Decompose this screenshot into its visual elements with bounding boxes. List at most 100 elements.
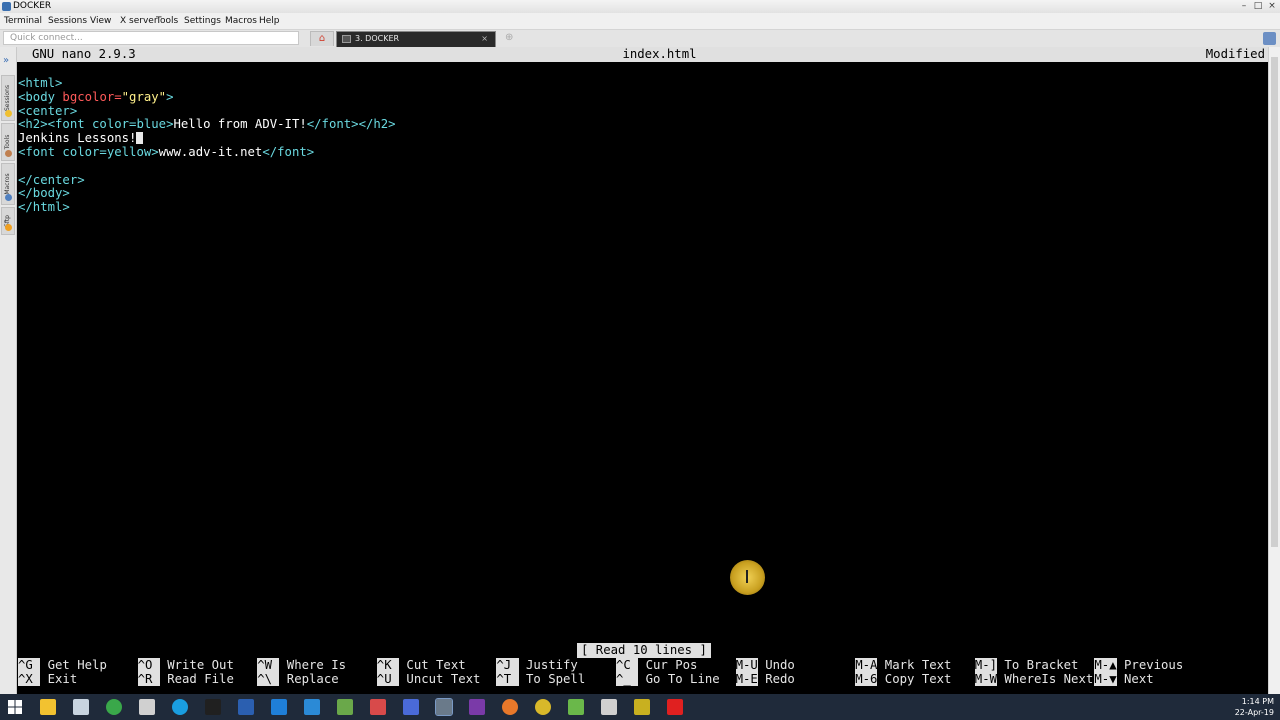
expand-sidebar-icon[interactable]: »	[3, 55, 9, 66]
slack-icon[interactable]	[469, 699, 485, 715]
text-cursor	[136, 132, 144, 145]
record-app-icon[interactable]	[667, 699, 683, 715]
sidebar-tab-sftp[interactable]: Sftp	[1, 207, 15, 235]
edge-icon[interactable]	[271, 699, 287, 715]
map-app-icon[interactable]	[337, 699, 353, 715]
code-token: </body>	[18, 186, 70, 201]
menu-settings[interactable]: Settings	[184, 16, 221, 26]
shortcut-replace[interactable]: ^\ Replace	[257, 672, 339, 686]
menu-tools[interactable]: Tools	[156, 16, 178, 26]
code-token: <html>	[18, 76, 63, 90]
menu-macros[interactable]: Macros	[225, 16, 257, 26]
terminal-area[interactable]: GNU nano 2.9.3 index.html Modified <html…	[17, 47, 1268, 694]
shortcut-mark-text[interactable]: M-A Mark Text	[855, 658, 951, 672]
mobaxterm-icon[interactable]	[435, 698, 453, 716]
menu-view[interactable]: View	[90, 16, 111, 26]
sidebar-tab-sessions[interactable]: Sessions	[1, 75, 15, 121]
code-token: Jenkins Lessons!	[18, 131, 137, 146]
file-explorer-icon[interactable]	[40, 699, 56, 715]
code-token: <center>	[18, 103, 78, 118]
shortcut-where-is[interactable]: ^W Where Is	[257, 658, 346, 672]
tab-session-docker[interactable]: 3. DOCKER ×	[336, 31, 496, 47]
menu-terminal[interactable]: Terminal	[4, 16, 42, 26]
menu-sessions[interactable]: Sessions	[48, 16, 87, 26]
shortcut-undo[interactable]: M-U Undo	[735, 658, 795, 672]
green-app-icon[interactable]	[106, 699, 122, 715]
sidebar-tab-label: Macros	[4, 173, 11, 195]
tab-close-icon[interactable]: ×	[481, 32, 488, 46]
shortcut-key: ^G	[18, 658, 41, 672]
clock-date: 22-Apr-19	[1234, 708, 1274, 717]
code-token: <body	[18, 89, 63, 104]
nano-title-bar: GNU nano 2.9.3 index.html Modified	[17, 47, 1268, 62]
shortcut-previous[interactable]: M-▲ Previous	[1094, 658, 1183, 672]
new-tab-icon[interactable]: ⊕	[505, 32, 517, 44]
terminal-scrollbar[interactable]	[1268, 47, 1280, 694]
close-icon[interactable]: ×	[1266, 1, 1278, 12]
shortcut-key: ^W	[257, 658, 280, 672]
editor-line: <font color=yellow>www.adv-it.net</font>	[18, 145, 314, 159]
feather-icon[interactable]	[1263, 32, 1276, 45]
editor-line: <html>	[18, 76, 62, 90]
shortcut-uncut-text[interactable]: ^U Uncut Text	[376, 672, 480, 686]
package-app-icon[interactable]	[634, 699, 650, 715]
taskbar-clock[interactable]: 1:14 PM 22-Apr-19	[1235, 696, 1274, 718]
scrollbar-thumb[interactable]	[1271, 57, 1278, 547]
menu-help[interactable]: Help	[259, 16, 280, 26]
shortcut-to-spell[interactable]: ^T To Spell	[496, 672, 585, 686]
shortcut-exit[interactable]: ^X Exit	[18, 672, 77, 686]
shortcut-redo[interactable]: M-E Redo	[735, 672, 795, 686]
shortcut-key: ^O	[137, 658, 160, 672]
sftp-icon	[5, 224, 12, 231]
menu-x-server[interactable]: X server	[120, 16, 158, 26]
shortcut-read-file[interactable]: ^R Read File	[137, 672, 234, 686]
sidebar-tab-macros[interactable]: Macros	[1, 163, 15, 205]
firefox-icon[interactable]	[502, 699, 518, 715]
terminal-tab-icon	[342, 35, 351, 43]
editor-line: <h2><font color=blue>Hello from ADV-IT!<…	[18, 117, 396, 131]
nano-modified-status: Modified	[1205, 47, 1265, 61]
editor-line: </body>	[18, 186, 70, 200]
sidebar-tab-tools[interactable]: Tools	[1, 123, 15, 161]
quick-connect-input[interactable]	[3, 31, 299, 45]
shortcut-justify[interactable]: ^J Justify	[496, 658, 578, 672]
shortcut-label: Read File	[159, 672, 234, 686]
shortcut-cut-text[interactable]: ^K Cut Text	[376, 658, 466, 672]
shortcut-key: M-E	[735, 672, 758, 686]
shortcut-get-help[interactable]: ^G Get Help	[18, 658, 107, 672]
shortcut-key: ^X	[18, 672, 41, 686]
shortcut-copy-text[interactable]: M-6 Copy Text	[855, 672, 951, 686]
shortcut-next[interactable]: M-▼ Next	[1094, 672, 1154, 686]
shortcut-key: M-A	[855, 658, 878, 672]
menu-bar: Terminal Sessions View X server Tools Se…	[0, 13, 1280, 30]
powershell-icon[interactable]	[238, 699, 254, 715]
shortcut-write-out[interactable]: ^O Write Out	[137, 658, 234, 672]
print-app-icon[interactable]	[601, 699, 617, 715]
code-token: bgcolor=	[62, 89, 122, 104]
terminal-icon[interactable]	[205, 699, 221, 715]
shortcut-go-to-line[interactable]: ^_ Go To Line	[616, 672, 720, 686]
grid-app-icon[interactable]	[370, 699, 386, 715]
maximize-icon[interactable]: □	[1252, 1, 1264, 12]
home-tab-icon[interactable]: ⌂	[310, 31, 334, 46]
editor-line: Jenkins Lessons!	[18, 131, 144, 146]
shield-app-icon[interactable]	[403, 699, 419, 715]
shortcut-whereis-next[interactable]: M-W WhereIs Next	[974, 672, 1093, 686]
editor-line: <center>	[18, 104, 77, 118]
settings-app-icon[interactable]	[73, 699, 89, 715]
chrome-icon[interactable]	[535, 699, 551, 715]
shortcut-key: M-U	[735, 658, 758, 672]
tab-label: 3. DOCKER	[355, 34, 400, 43]
calculator-icon[interactable]	[139, 699, 155, 715]
shortcut-label: Justify	[518, 658, 578, 672]
code-token: </html>	[18, 200, 70, 215]
shortcut-to-bracket[interactable]: M-] To Bracket	[974, 658, 1078, 672]
star-icon	[5, 110, 12, 117]
notepadpp-icon[interactable]	[568, 699, 584, 715]
skype-icon[interactable]	[172, 699, 188, 715]
shortcut-label: Copy Text	[877, 672, 952, 686]
shortcut-cur-pos[interactable]: ^C Cur Pos	[616, 658, 697, 672]
minimize-icon[interactable]: –	[1238, 1, 1250, 12]
windows-start-icon[interactable]	[7, 699, 23, 715]
internet-explorer-icon[interactable]	[304, 699, 320, 715]
